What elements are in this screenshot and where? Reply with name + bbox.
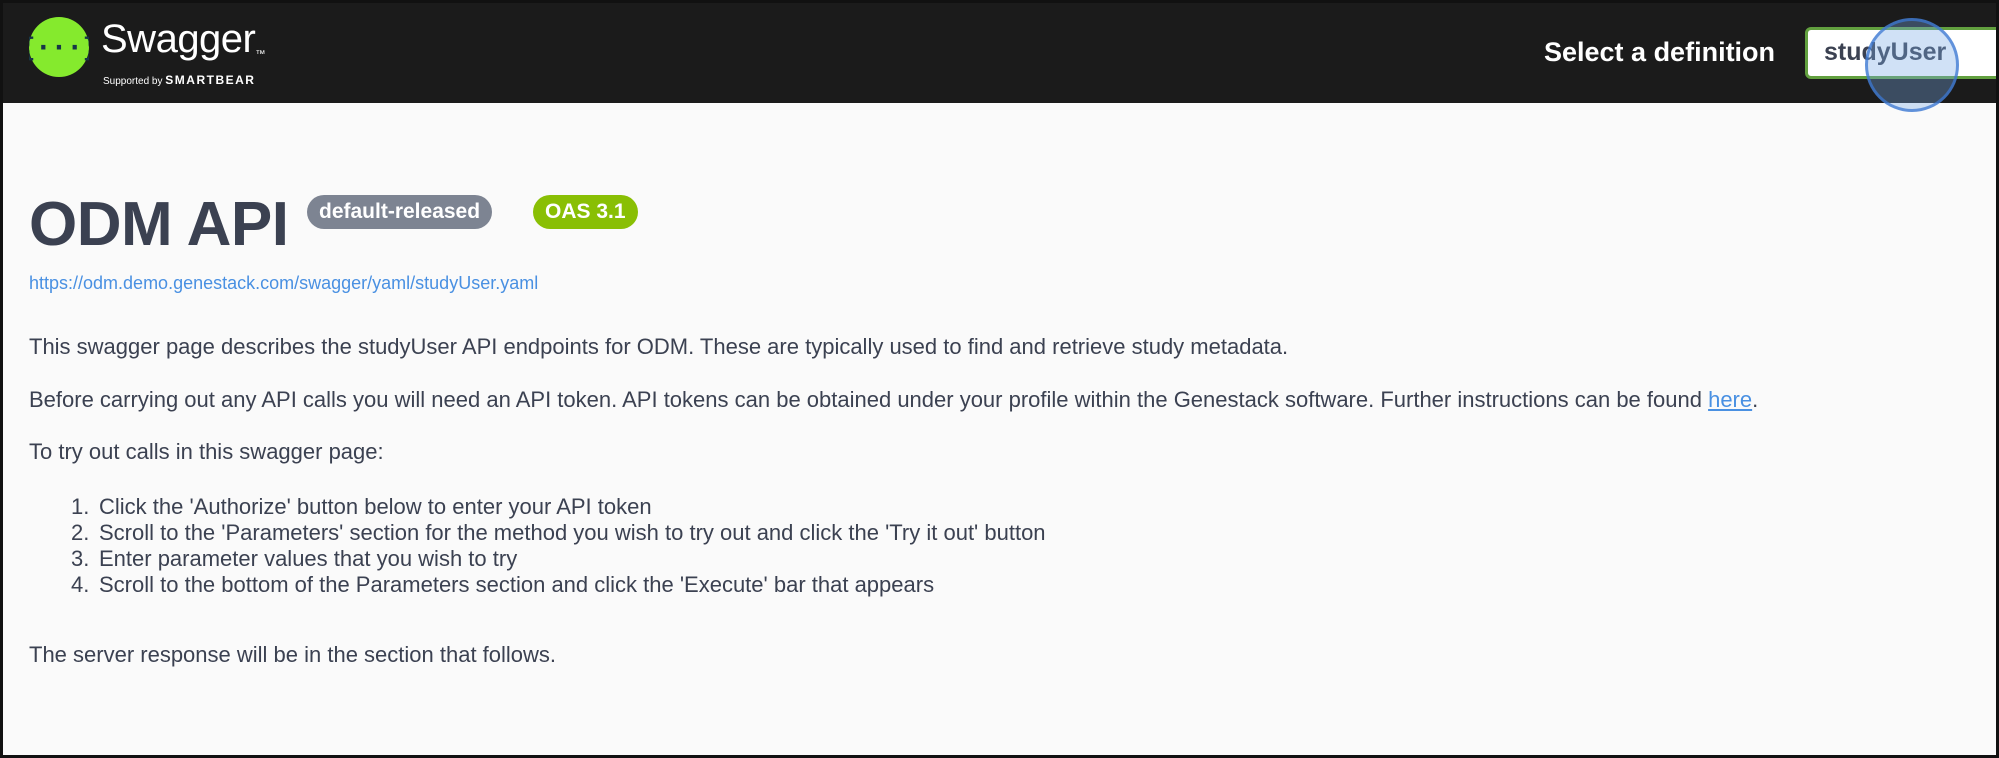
oas-version-badge: OAS 3.1 — [533, 195, 638, 229]
brand-tagline: Supported by SMARTBEAR — [103, 73, 256, 87]
page-title: ODM API — [29, 190, 289, 259]
api-info: ODM API default-released OAS 3.1 https:/… — [29, 183, 1969, 667]
description-try-out: To try out calls in this swagger page: — [29, 439, 384, 464]
title-row: ODM API default-released OAS 3.1 — [29, 183, 1969, 273]
swagger-logo[interactable]: {···} Swagger™ Supported by SMARTBEAR — [29, 17, 309, 91]
steps-list: 1. Click the 'Authorize' button below to … — [71, 494, 1046, 598]
definition-select[interactable]: studyUser — [1805, 27, 1996, 79]
topbar: {···} Swagger™ Supported by SMARTBEAR Se… — [3, 3, 1996, 112]
description-intro: This swagger page describes the studyUse… — [29, 334, 1289, 359]
spec-url-link[interactable]: https://odm.demo.genestack.com/swagger/y… — [29, 273, 538, 294]
list-item: 3. Enter parameter values that you wish t… — [71, 546, 518, 571]
list-item: 1. Click the 'Authorize' button below to … — [71, 494, 652, 519]
description-token: Before carrying out any API calls you wi… — [29, 387, 1759, 412]
list-item: 2. Scroll to the 'Parameters' section for… — [71, 520, 1046, 545]
brand-name: Swagger™ — [101, 17, 265, 61]
swagger-braces-icon: {···} — [29, 17, 89, 77]
here-link[interactable]: here — [1708, 387, 1752, 412]
definition-select-value: studyUser — [1824, 38, 1947, 66]
version-badge: default-released — [307, 195, 493, 229]
select-definition-label: Select a definition — [1544, 37, 1776, 67]
svg-text:{···}: {···} — [29, 33, 89, 63]
list-item: 4. Scroll to the bottom of the Parameters… — [71, 572, 935, 597]
browser-frame: {···} Swagger™ Supported by SMARTBEAR Se… — [0, 0, 1999, 758]
description-response: The server response will be in the secti… — [29, 642, 557, 667]
